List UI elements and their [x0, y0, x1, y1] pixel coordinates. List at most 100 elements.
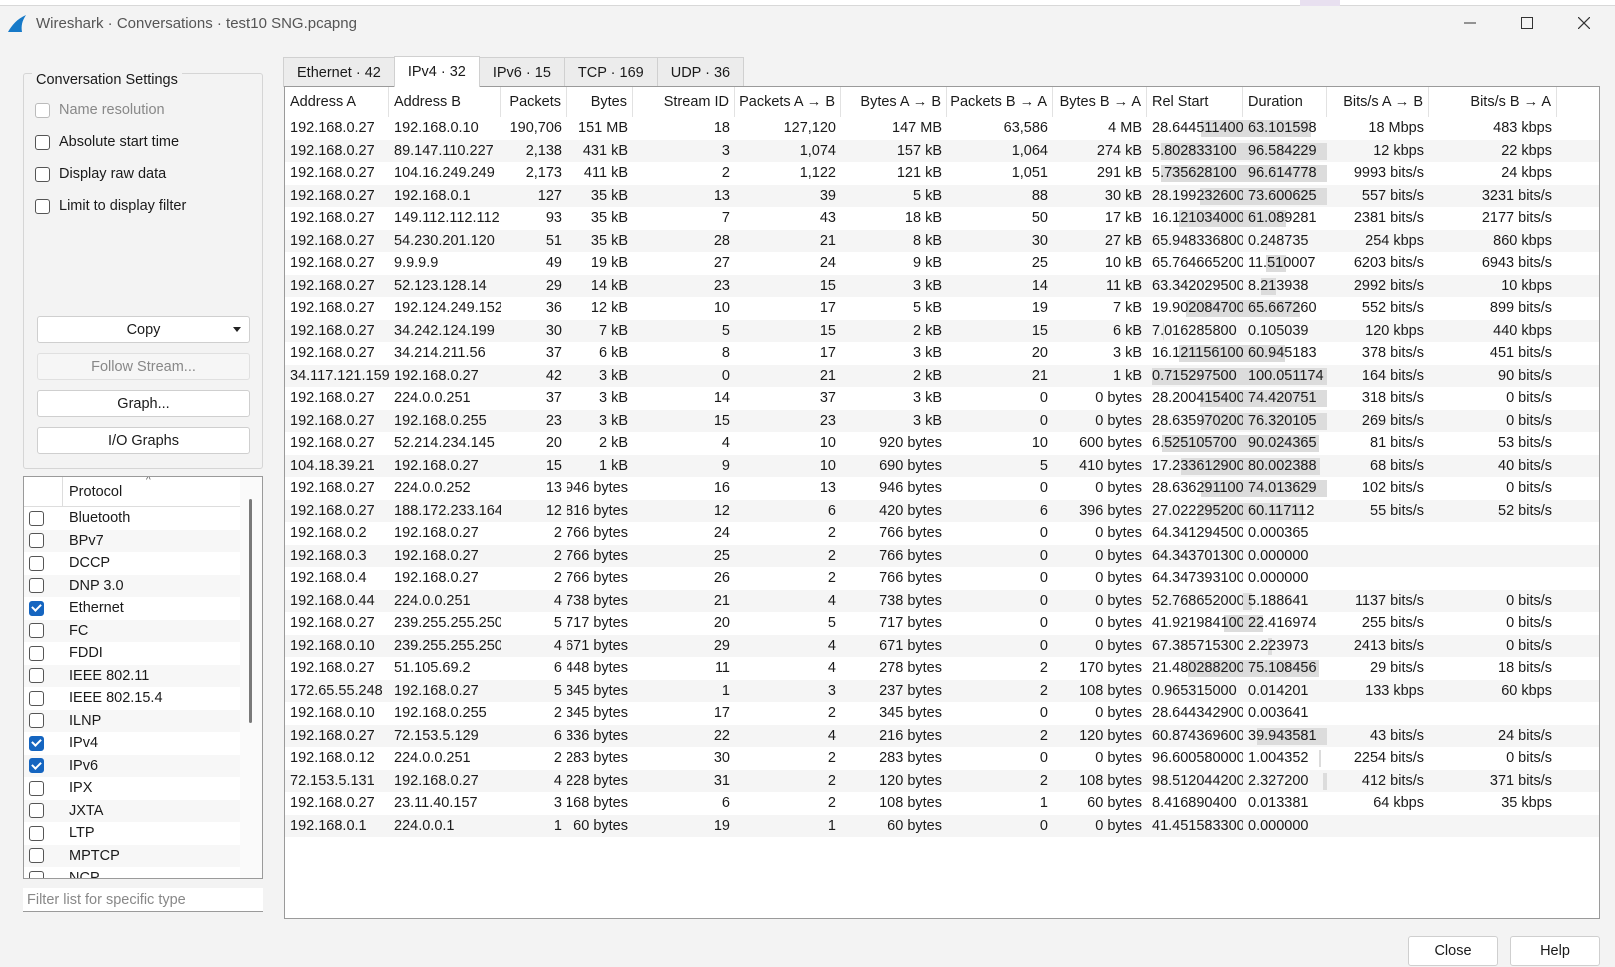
protocol-item[interactable]: IEEE 802.11 [24, 664, 240, 687]
column-header-address-a[interactable]: Address A [285, 87, 389, 117]
protocol-checkbox[interactable] [29, 533, 44, 549]
table-row[interactable]: 192.168.0.2 192.168.0.27 2 766 bytes 24 2 766 … [285, 522, 1599, 545]
protocol-checkbox[interactable] [29, 668, 44, 684]
protocol-checkbox[interactable] [29, 690, 44, 706]
table-row[interactable]: 192.168.0.10 239.255.255.250 4 671 bytes 29 4… [285, 634, 1599, 657]
table-row[interactable]: 192.168.0.27 51.105.69.2 6 448 bytes 11 4 278 … [285, 657, 1599, 680]
scrollbar-thumb[interactable] [249, 499, 252, 723]
limit-to-display-filter-checkbox[interactable]: Limit to display filter [35, 198, 186, 214]
protocol-item[interactable]: IEEE 802.15.4 [24, 687, 240, 710]
protocol-item[interactable]: Bluetooth [24, 507, 240, 530]
table-row[interactable]: 192.168.0.27 54.230.201.120 51 35 kB 28 21 8 k… [285, 229, 1599, 252]
protocol-checkbox[interactable] [29, 803, 44, 819]
protocol-item[interactable]: DCCP [24, 552, 240, 575]
table-row[interactable]: 192.168.0.27 192.168.0.1 127 35 kB 13 39 5 kB 8… [285, 184, 1599, 207]
table-row[interactable]: 192.168.0.4 192.168.0.27 2 766 bytes 26 2 766 … [285, 567, 1599, 590]
protocol-list[interactable]: ^ Protocol Bluetooth BPv7 DCCP DNP 3.0 Ether… [23, 476, 263, 879]
protocol-item[interactable]: JXTA [24, 799, 240, 822]
column-header-bits-a-b[interactable]: Bits/s A → B [1327, 87, 1429, 117]
column-header-packets-b-a[interactable]: Packets B → A [947, 87, 1053, 117]
column-header-bits-b-a[interactable]: Bits/s B → A [1429, 87, 1557, 117]
protocol-checkbox[interactable] [29, 645, 44, 661]
tab-ethernet[interactable]: Ethernet · 42 [283, 57, 395, 87]
graph-button[interactable]: Graph... [37, 390, 250, 417]
table-row[interactable]: 192.168.0.27 224.0.0.252 13 946 bytes 16 13 94… [285, 477, 1599, 500]
column-header-bytes-a-b[interactable]: Bytes A → B [841, 87, 947, 117]
protocol-list-header[interactable]: ^ Protocol [24, 477, 240, 507]
table-row[interactable]: 192.168.0.3 192.168.0.27 2 766 bytes 25 2 766 … [285, 544, 1599, 567]
checkbox-box[interactable] [35, 198, 50, 214]
close-button[interactable]: Close [1408, 936, 1498, 966]
column-header-packets-a-b[interactable]: Packets A → B [735, 87, 841, 117]
checkbox-box[interactable] [35, 102, 50, 118]
column-header-address-b[interactable]: Address B [389, 87, 501, 117]
table-row[interactable]: 192.168.0.44 224.0.0.251 4 738 bytes 21 4 738 … [285, 589, 1599, 612]
tab-ipv6[interactable]: IPv6 · 15 [478, 57, 565, 87]
table-row[interactable]: 192.168.0.27 52.214.234.145 20 2 kB 4 10 920 b… [285, 432, 1599, 455]
close-window-button[interactable] [1561, 6, 1607, 40]
protocol-checkbox[interactable] [29, 623, 44, 639]
follow-stream-button[interactable]: Follow Stream... [37, 353, 250, 380]
protocol-checkbox[interactable] [29, 735, 44, 751]
chevron-down-icon[interactable] [233, 327, 241, 332]
minimize-button[interactable] [1447, 6, 1493, 40]
display-raw-data-checkbox[interactable]: Display raw data [35, 166, 166, 182]
tab-tcp[interactable]: TCP · 169 [563, 57, 658, 87]
column-header-rel-start[interactable]: Rel Start [1147, 87, 1243, 117]
table-row[interactable]: 72.153.5.131 192.168.0.27 4 228 bytes 31 2 120… [285, 769, 1599, 792]
tab-ipv4[interactable]: IPv4 · 32 [393, 56, 480, 87]
protocol-list-scrollbar[interactable] [240, 477, 262, 878]
protocol-item[interactable]: FC [24, 619, 240, 642]
table-row[interactable]: 172.65.55.248 192.168.0.27 5 345 bytes 1 3 237… [285, 679, 1599, 702]
protocol-checkbox[interactable] [29, 848, 44, 864]
maximize-button[interactable] [1504, 6, 1550, 40]
table-row[interactable]: 104.18.39.21 192.168.0.27 15 1 kB 9 10 690 byt… [285, 454, 1599, 477]
tab-udp[interactable]: UDP · 36 [656, 57, 745, 87]
conversation-table[interactable]: Address A Address B Packets Bytes Stream ID P… [284, 86, 1600, 919]
protocol-item[interactable]: FDDI [24, 642, 240, 665]
protocol-checkbox[interactable] [29, 600, 44, 616]
protocol-checkbox[interactable] [29, 510, 44, 526]
protocol-item[interactable]: IPv6 [24, 754, 240, 777]
protocol-checkbox[interactable] [29, 713, 44, 729]
protocol-item[interactable]: Ethernet [24, 597, 240, 620]
table-row[interactable]: 192.168.0.27 239.255.255.250 5 717 bytes 20 5… [285, 612, 1599, 635]
table-row[interactable]: 192.168.0.27 104.16.249.249 2,173 411 kB 2 1,… [285, 162, 1599, 185]
checkbox-box[interactable] [35, 134, 50, 150]
table-row[interactable]: 192.168.0.27 23.11.40.157 3 168 bytes 6 2 108 … [285, 792, 1599, 815]
protocol-item[interactable]: ILNP [24, 709, 240, 732]
protocol-item[interactable]: IPX [24, 777, 240, 800]
protocol-item[interactable]: BPv7 [24, 529, 240, 552]
table-row[interactable]: 192.168.0.27 34.242.124.199 30 7 kB 5 15 2 kB 1… [285, 319, 1599, 342]
column-header-duration[interactable]: Duration [1243, 87, 1327, 117]
column-header-bytes[interactable]: Bytes [567, 87, 633, 117]
protocol-item[interactable]: IPv4 [24, 732, 240, 755]
table-row[interactable]: 192.168.0.27 224.0.0.251 37 3 kB 14 37 3 kB 0 0 … [285, 387, 1599, 410]
copy-button[interactable]: Copy [37, 316, 250, 343]
protocol-checkbox[interactable] [29, 825, 44, 841]
table-row[interactable]: 192.168.0.27 52.123.128.14 29 14 kB 23 15 3 kB… [285, 274, 1599, 297]
protocol-item[interactable]: DNP 3.0 [24, 574, 240, 597]
protocol-checkbox[interactable] [29, 870, 44, 878]
protocol-item[interactable]: NCP [24, 867, 240, 878]
table-row[interactable]: 192.168.0.27 34.214.211.56 37 6 kB 8 17 3 kB 20… [285, 342, 1599, 365]
protocol-filter-input[interactable]: Filter list for specific type [23, 888, 263, 912]
table-row[interactable]: 192.168.0.27 89.147.110.227 2,138 431 kB 3 1,… [285, 139, 1599, 162]
absolute-start-time-checkbox[interactable]: Absolute start time [35, 134, 179, 150]
protocol-item[interactable]: MPTCP [24, 844, 240, 867]
table-row[interactable]: 192.168.0.27 9.9.9.9 49 19 kB 27 24 9 kB 25 10 k… [285, 252, 1599, 275]
table-row[interactable]: 192.168.0.12 224.0.0.251 2 283 bytes 30 2 283 … [285, 747, 1599, 770]
table-row[interactable]: 192.168.0.27 188.172.233.164 12 816 bytes 12… [285, 499, 1599, 522]
protocol-checkbox[interactable] [29, 578, 44, 594]
table-row[interactable]: 192.168.0.27 192.124.249.152 36 12 kB 10 17 5 … [285, 297, 1599, 320]
table-row[interactable]: 192.168.0.27 72.153.5.129 6 336 bytes 22 4 216… [285, 724, 1599, 747]
column-header-bytes-b-a[interactable]: Bytes B → A [1053, 87, 1147, 117]
protocol-checkbox[interactable] [29, 780, 44, 796]
table-row[interactable]: 192.168.0.27 149.112.112.112 93 35 kB 7 43 18 … [285, 207, 1599, 230]
protocol-checkbox[interactable] [29, 758, 44, 774]
column-header-packets[interactable]: Packets [501, 87, 567, 117]
checkbox-box[interactable] [35, 166, 50, 182]
help-button[interactable]: Help [1510, 936, 1600, 966]
table-row[interactable]: 192.168.0.10 192.168.0.255 2 345 bytes 17 2 34… [285, 702, 1599, 725]
table-row[interactable]: 192.168.0.27 192.168.0.255 23 3 kB 15 23 3 kB 0… [285, 409, 1599, 432]
